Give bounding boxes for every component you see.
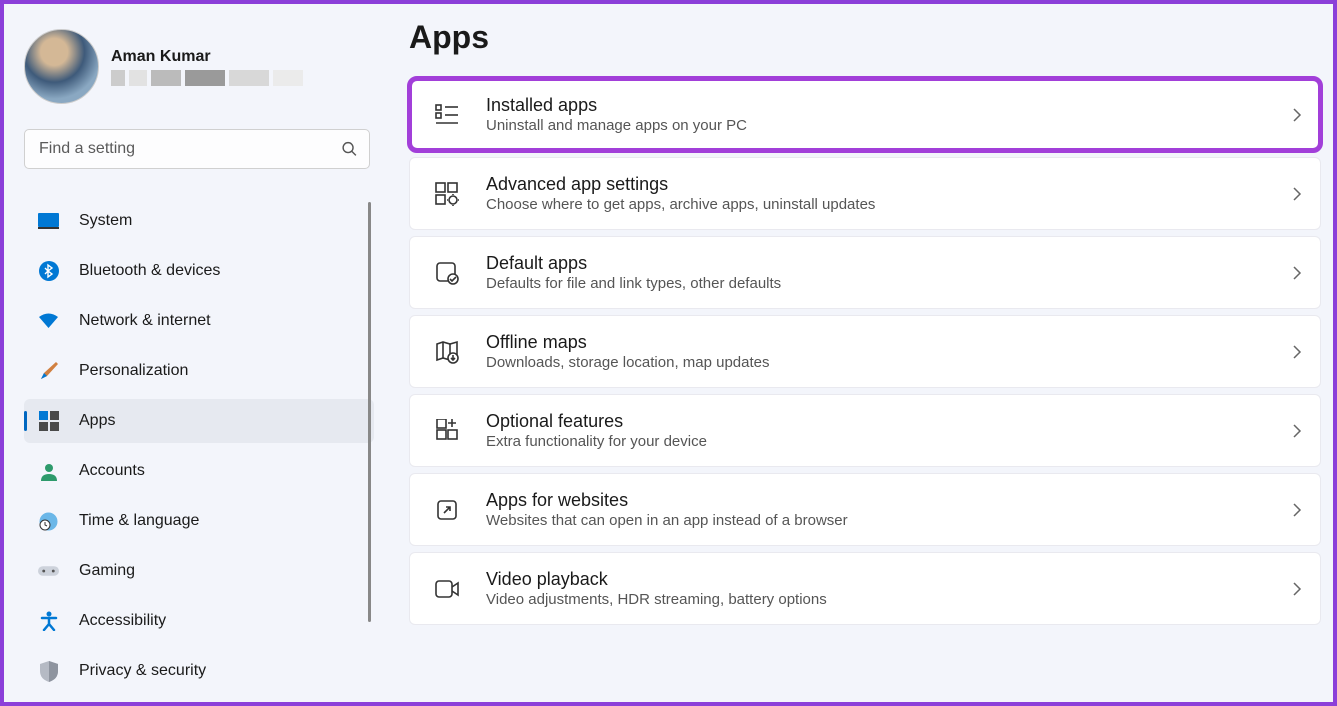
card-title: Offline maps [486, 332, 1292, 353]
card-advanced-app-settings[interactable]: Advanced app settings Choose where to ge… [409, 157, 1321, 230]
card-subtitle: Uninstall and manage apps on your PC [486, 117, 1292, 134]
card-title: Optional features [486, 411, 1292, 432]
sidebar-item-accounts[interactable]: Accounts [24, 449, 374, 493]
sidebar-item-label: Accessibility [79, 612, 166, 630]
card-subtitle: Choose where to get apps, archive apps, … [486, 196, 1292, 213]
sidebar-item-label: Gaming [79, 562, 135, 580]
sidebar-item-label: Privacy & security [79, 662, 206, 680]
card-subtitle: Downloads, storage location, map updates [486, 354, 1292, 371]
sidebar-item-label: Accounts [79, 462, 145, 480]
globe-clock-icon [38, 511, 59, 532]
search-box[interactable] [24, 129, 370, 169]
card-installed-apps[interactable]: Installed apps Uninstall and manage apps… [409, 78, 1321, 151]
sidebar-item-gaming[interactable]: Gaming [24, 549, 374, 593]
sidebar-item-apps[interactable]: Apps [24, 399, 374, 443]
sidebar: Aman Kumar System Bluetooth & devices [4, 4, 379, 702]
app-check-icon [434, 260, 460, 286]
open-external-icon [434, 497, 460, 523]
app-gear-icon [434, 181, 460, 207]
apps-icon [38, 411, 59, 432]
search-input[interactable] [24, 129, 370, 169]
wifi-icon [38, 311, 59, 332]
page-title: Apps [409, 19, 1321, 56]
user-name: Aman Kumar [111, 48, 303, 66]
person-icon [38, 461, 59, 482]
card-title: Video playback [486, 569, 1292, 590]
gamepad-icon [38, 561, 59, 582]
user-email-blurred [111, 70, 303, 86]
card-offline-maps[interactable]: Offline maps Downloads, storage location… [409, 315, 1321, 388]
user-profile[interactable]: Aman Kumar [24, 29, 379, 104]
chevron-right-icon [1292, 502, 1302, 518]
list-icon [434, 102, 460, 128]
card-subtitle: Video adjustments, HDR streaming, batter… [486, 591, 1292, 608]
card-apps-for-websites[interactable]: Apps for websites Websites that can open… [409, 473, 1321, 546]
sidebar-item-accessibility[interactable]: Accessibility [24, 599, 374, 643]
sidebar-scrollbar[interactable] [368, 202, 371, 690]
video-icon [434, 576, 460, 602]
sidebar-item-label: System [79, 212, 132, 230]
search-icon [341, 141, 358, 158]
card-default-apps[interactable]: Default apps Defaults for file and link … [409, 236, 1321, 309]
chevron-right-icon [1292, 107, 1302, 123]
card-subtitle: Defaults for file and link types, other … [486, 275, 1292, 292]
card-subtitle: Websites that can open in an app instead… [486, 512, 1292, 529]
card-title: Installed apps [486, 95, 1292, 116]
card-title: Advanced app settings [486, 174, 1292, 195]
sidebar-item-privacy[interactable]: Privacy & security [24, 649, 374, 693]
nav-list: System Bluetooth & devices Network & int… [24, 199, 374, 693]
chevron-right-icon [1292, 186, 1302, 202]
chevron-right-icon [1292, 581, 1302, 597]
sidebar-item-network[interactable]: Network & internet [24, 299, 374, 343]
accessibility-icon [38, 611, 59, 632]
chevron-right-icon [1292, 344, 1302, 360]
card-subtitle: Extra functionality for your device [486, 433, 1292, 450]
shield-icon [38, 661, 59, 682]
sidebar-item-personalization[interactable]: Personalization [24, 349, 374, 393]
card-video-playback[interactable]: Video playback Video adjustments, HDR st… [409, 552, 1321, 625]
chevron-right-icon [1292, 265, 1302, 281]
sidebar-item-time[interactable]: Time & language [24, 499, 374, 543]
system-icon [38, 211, 59, 232]
chevron-right-icon [1292, 423, 1302, 439]
app-plus-icon [434, 418, 460, 444]
sidebar-item-system[interactable]: System [24, 199, 374, 243]
main-content: Apps Installed apps Uninstall and manage… [379, 4, 1333, 702]
sidebar-item-label: Bluetooth & devices [79, 262, 220, 280]
brush-icon [38, 361, 59, 382]
sidebar-item-label: Time & language [79, 512, 199, 530]
avatar [24, 29, 99, 104]
card-optional-features[interactable]: Optional features Extra functionality fo… [409, 394, 1321, 467]
sidebar-item-label: Apps [79, 412, 115, 430]
map-download-icon [434, 339, 460, 365]
bluetooth-icon [38, 261, 59, 282]
sidebar-item-label: Network & internet [79, 312, 211, 330]
card-title: Apps for websites [486, 490, 1292, 511]
card-title: Default apps [486, 253, 1292, 274]
sidebar-item-label: Personalization [79, 362, 188, 380]
sidebar-item-bluetooth[interactable]: Bluetooth & devices [24, 249, 374, 293]
